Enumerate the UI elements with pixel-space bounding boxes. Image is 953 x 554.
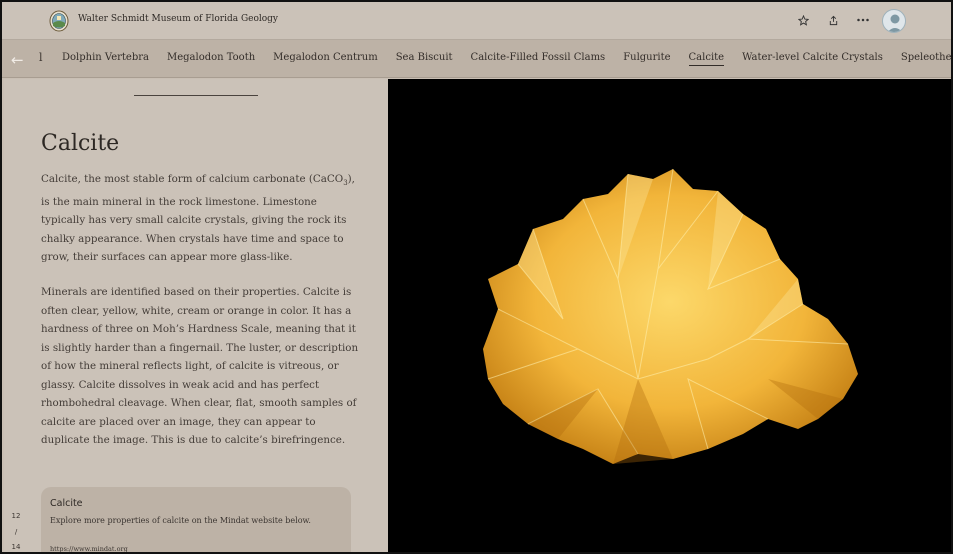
card-text: Explore more properties of calcite on th… [50, 516, 311, 525]
user-avatar[interactable] [882, 9, 906, 33]
more-options-icon[interactable] [855, 12, 871, 28]
site-title[interactable]: Walter Schmidt Museum of Florida Geology [78, 14, 278, 24]
slide-pager: 12 / 14 [10, 509, 22, 552]
nav-items: Dolphin Vertebra Megalodon Tooth Megalodon… [62, 52, 951, 66]
back-arrow-icon[interactable]: ← [11, 51, 24, 69]
star-icon[interactable] [795, 12, 811, 28]
calcite-crystal-image [483, 168, 858, 464]
pager-separator: / [14, 527, 18, 536]
mindat-link[interactable]: https://www.mindat.org [50, 545, 128, 552]
section-nav: ← l Dolphin Vertebra Megalodon Tooth Megal… [2, 40, 951, 78]
divider [134, 95, 258, 96]
nav-separator: l [39, 51, 43, 64]
nav-item-water-level-calcite-crystals[interactable]: Water-level Calcite Crystals [742, 52, 883, 66]
pager-current: 12 [11, 512, 21, 520]
nav-item-calcite-filled-fossil-clams[interactable]: Calcite-Filled Fossil Clams [471, 52, 606, 66]
paragraph-properties: Minerals are identified based on their p… [41, 286, 359, 446]
card-title: Calcite [50, 498, 83, 509]
header-bar: Walter Schmidt Museum of Florida Geology [2, 2, 951, 40]
page-title: Calcite [41, 131, 120, 156]
info-card: Calcite Explore more properties of calci… [41, 487, 351, 552]
story-text-panel[interactable]: Calcite Calcite, the most stable form of… [4, 79, 388, 552]
media-panel [388, 79, 951, 552]
nav-item-megalodon-tooth[interactable]: Megalodon Tooth [167, 52, 255, 66]
nav-item-megalodon-centrum[interactable]: Megalodon Centrum [273, 52, 378, 66]
paragraph-intro: Calcite, the most stable form of calcium… [41, 173, 355, 264]
nav-item-sea-biscuit[interactable]: Sea Biscuit [396, 52, 453, 66]
nav-item-fulgurite[interactable]: Fulgurite [623, 52, 670, 66]
museum-logo-icon[interactable] [49, 10, 69, 32]
nav-item-calcite[interactable]: Calcite [688, 52, 725, 66]
nav-item-speleothems[interactable]: Speleothems [901, 52, 951, 66]
pager-total: 14 [11, 543, 21, 551]
app-window: Walter Schmidt Museum of Florida Geology… [0, 0, 953, 554]
header-actions [795, 12, 871, 28]
nav-item-dolphin-vertebra[interactable]: Dolphin Vertebra [62, 52, 149, 66]
share-icon[interactable] [825, 12, 841, 28]
